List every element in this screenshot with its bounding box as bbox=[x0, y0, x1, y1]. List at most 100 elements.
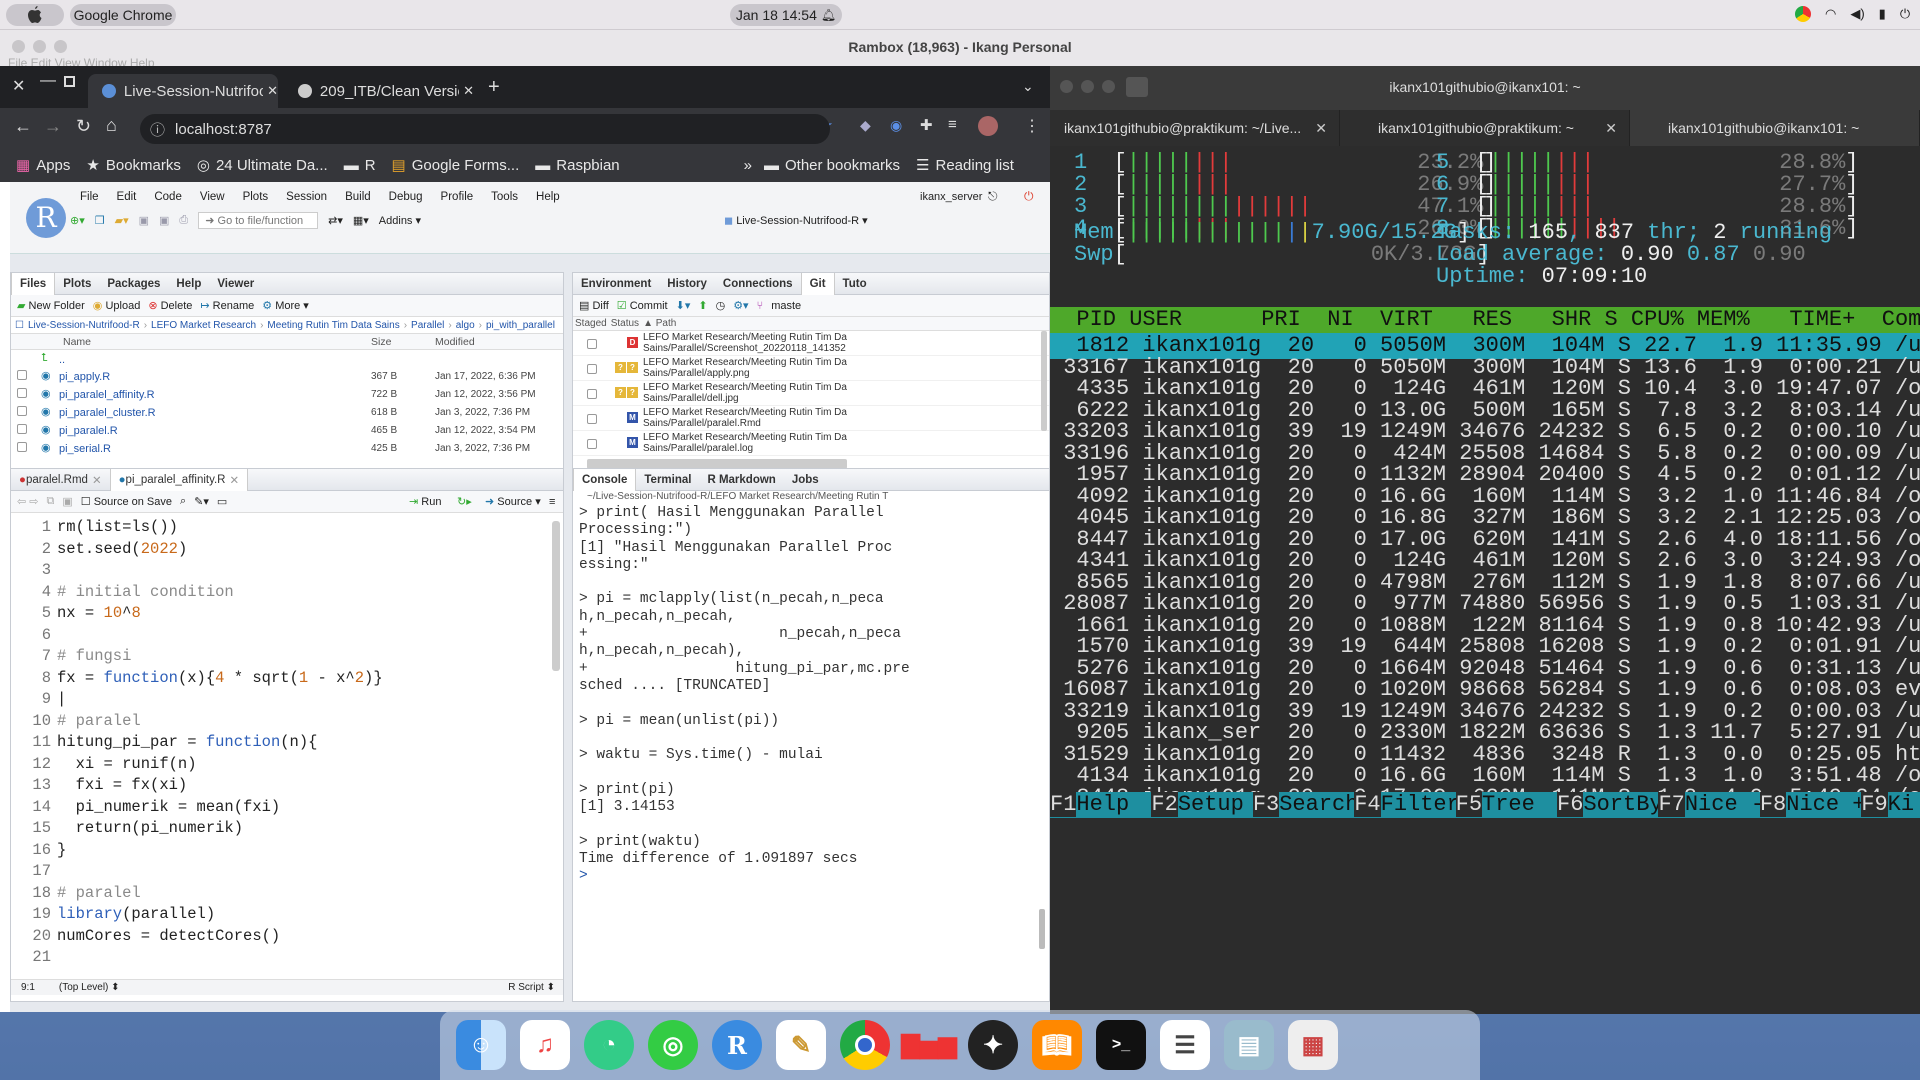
search-icon[interactable]: ⌕ bbox=[180, 495, 186, 508]
app-icon[interactable]: ◔ bbox=[584, 1020, 634, 1070]
app-icon-2[interactable]: ◎ bbox=[648, 1020, 698, 1070]
col-name[interactable]: Name bbox=[63, 336, 91, 348]
tab-search-icon[interactable]: ⌄ bbox=[1022, 78, 1034, 95]
inkscape-icon[interactable]: ✦ bbox=[968, 1020, 1018, 1070]
chrome-icon[interactable] bbox=[840, 1020, 890, 1070]
new-tab-button[interactable]: + bbox=[488, 76, 500, 99]
rerun-icon[interactable]: ↻▸ bbox=[457, 495, 472, 508]
media-icon[interactable]: ≡ bbox=[948, 116, 957, 133]
extension-icon-2[interactable]: ◉ bbox=[890, 117, 902, 134]
menu-item[interactable]: Tools bbox=[491, 191, 518, 203]
col-status[interactable]: Status bbox=[611, 318, 639, 329]
wand-icon[interactable]: ✎▾ bbox=[194, 495, 209, 508]
fkey[interactable]: F1 bbox=[1050, 792, 1077, 817]
terminal-icon[interactable]: >_ bbox=[1096, 1020, 1146, 1070]
file-row[interactable]: ◉ pi_paralel.R 465 B Jan 12, 2022, 3:54 PM bbox=[11, 422, 563, 440]
pane-tab[interactable]: Console bbox=[573, 468, 637, 491]
file-row[interactable]: ◉ pi_paralel_affinity.R 722 B Jan 12, 2022,… bbox=[11, 386, 563, 404]
checkbox[interactable] bbox=[17, 370, 27, 380]
tab-clean-version[interactable]: 209_ITB/Clean Version.Rm ✕ bbox=[284, 74, 474, 108]
breadcrumb-item[interactable]: algo bbox=[456, 320, 475, 331]
fkey-label[interactable]: SortBy bbox=[1583, 792, 1662, 818]
code-text[interactable]: rm(list=ls()) set.seed(2022) # initial c… bbox=[57, 517, 383, 947]
back-icon[interactable]: ← bbox=[14, 116, 32, 137]
compile-icon[interactable]: ▭ bbox=[217, 495, 227, 508]
file-row[interactable]: ◉ pi_serial.R 425 B Jan 3, 2022, 7:36 PM bbox=[11, 440, 563, 458]
file-name[interactable]: pi_apply.R bbox=[59, 371, 110, 383]
checkbox[interactable]: ☐ bbox=[81, 496, 91, 508]
url-bar[interactable]: ⓘ localhost:8787 bbox=[140, 114, 830, 144]
list-icon[interactable]: ☰ bbox=[1160, 1020, 1210, 1070]
code-area[interactable]: 1 2 3 4 5 6 7 8 9 10 11 12 13 14 15 16 1… bbox=[11, 513, 563, 979]
close-icon[interactable]: ✕ bbox=[92, 473, 102, 487]
pane-tab[interactable]: Tuto bbox=[835, 273, 875, 295]
close-icon[interactable]: ✕ bbox=[12, 76, 25, 96]
home-icon[interactable]: ☐ bbox=[15, 320, 24, 331]
file-row[interactable]: ◉ pi_apply.R 367 B Jan 17, 2022, 6:36 PM bbox=[11, 368, 563, 386]
fkey-label[interactable]: Nice - bbox=[1685, 792, 1764, 818]
scope-selector[interactable]: (Top Level) ⬍ bbox=[59, 982, 120, 993]
preview-icon[interactable]: ▤ bbox=[1224, 1020, 1274, 1070]
breadcrumb-item[interactable]: pi_with_parallel bbox=[486, 320, 555, 331]
forward-icon[interactable]: → bbox=[44, 116, 62, 137]
tab-paralel-rmd[interactable]: ● paralel.Rmd ✕ bbox=[11, 469, 110, 491]
git-row[interactable]: M LEFO Market Research/Meeting Rutin Tim … bbox=[573, 431, 1049, 456]
console-scrollbar[interactable] bbox=[1039, 909, 1045, 949]
pull-icon[interactable]: ⬇▾ bbox=[676, 299, 691, 312]
tab-pi-paralel-affinity[interactable]: ● pi_paralel_affinity.R ✕ bbox=[109, 468, 249, 491]
col-staged[interactable]: Staged bbox=[575, 318, 607, 329]
goto-file-field[interactable]: ➜ Go to file/function bbox=[198, 212, 319, 229]
pane-tab[interactable]: R Markdown bbox=[699, 469, 783, 491]
push-icon[interactable]: ⬆ bbox=[698, 299, 707, 312]
col-size[interactable]: Size bbox=[371, 336, 391, 348]
git-row[interactable]: M LEFO Market Research/Meeting Rutin Tim … bbox=[573, 406, 1049, 431]
rename-button[interactable]: ↦ Rename bbox=[200, 299, 254, 312]
fkey-label[interactable]: Tree bbox=[1482, 792, 1557, 818]
branch-label[interactable]: maste bbox=[771, 300, 801, 312]
fkey-label[interactable]: Help bbox=[1076, 792, 1151, 818]
diff-button[interactable]: ▤ Diff bbox=[579, 299, 609, 312]
save-icon[interactable]: ▣ bbox=[62, 495, 72, 508]
editor-scrollbar[interactable] bbox=[552, 521, 560, 671]
open-icon[interactable]: ▰▾ bbox=[115, 214, 129, 227]
file-name[interactable]: pi_paralel.R bbox=[59, 425, 118, 437]
bookmark-apps[interactable]: ▦ Apps bbox=[16, 156, 70, 175]
pane-tab[interactable]: Files bbox=[11, 272, 56, 295]
fkey-label[interactable]: Setup bbox=[1178, 792, 1253, 818]
commit-button[interactable]: ☑ Commit bbox=[617, 299, 668, 312]
delete-button[interactable]: ⊗ Delete bbox=[148, 299, 192, 312]
menu-item[interactable]: Code bbox=[154, 191, 182, 203]
home-icon[interactable]: ⌂ bbox=[106, 115, 117, 136]
staged-checkbox[interactable] bbox=[587, 414, 597, 424]
terminal-tab-active[interactable]: ikanx101githubio@ikanx101: ~ bbox=[1630, 110, 1920, 146]
close-icon[interactable]: ✕ bbox=[1315, 120, 1327, 137]
process-header[interactable]: PID USER PRI NI VIRT RES SHR S CPU% MEM%… bbox=[1050, 307, 1920, 333]
breadcrumb-item[interactable]: LEFO Market Research bbox=[151, 320, 256, 331]
other-bookmarks[interactable]: ▬ Other bookmarks bbox=[764, 157, 900, 174]
fkey-label[interactable]: Filter bbox=[1381, 792, 1460, 818]
reading-list[interactable]: ☰ Reading list bbox=[916, 156, 1014, 175]
fkey[interactable]: F3 bbox=[1252, 792, 1280, 817]
menu-item[interactable]: Build bbox=[345, 191, 371, 203]
project-menu[interactable]: ◼ Live-Session-Nutrifood-R ▾ bbox=[724, 214, 868, 227]
fkey-label[interactable]: Nice + bbox=[1786, 792, 1865, 818]
file-name[interactable]: pi_paralel_cluster.R bbox=[59, 407, 156, 419]
bookmark-raspbian[interactable]: ▬ Raspbian bbox=[535, 157, 619, 174]
save-all-icon[interactable]: ▣ bbox=[159, 214, 169, 227]
close-icon[interactable]: ✕ bbox=[230, 473, 240, 487]
print-icon[interactable]: ⎙ bbox=[179, 214, 188, 227]
apple-menu[interactable] bbox=[6, 4, 64, 26]
parent-dir-link[interactable]: .. bbox=[59, 354, 65, 366]
upload-button[interactable]: ◉ Upload bbox=[93, 299, 141, 312]
wifi-icon[interactable]: ◠ bbox=[1825, 6, 1836, 22]
bookmark-r[interactable]: ▬ R bbox=[344, 157, 376, 174]
books-icon[interactable]: 📖︎ bbox=[1032, 1020, 1082, 1070]
menu-item[interactable]: Debug bbox=[389, 191, 423, 203]
menu-item[interactable]: View bbox=[200, 191, 225, 203]
music-icon[interactable]: ♫ bbox=[520, 1020, 570, 1070]
bookmark-24-ultimate[interactable]: ◎ 24 Ultimate Da... bbox=[197, 156, 328, 175]
checkbox[interactable] bbox=[17, 442, 27, 452]
bookmark-google-forms[interactable]: ▤ Google Forms... bbox=[392, 156, 520, 175]
git-row[interactable]: ?? LEFO Market Research/Meeting Rutin Tim… bbox=[573, 356, 1049, 381]
new-folder-button[interactable]: ▰ New Folder bbox=[17, 299, 85, 312]
